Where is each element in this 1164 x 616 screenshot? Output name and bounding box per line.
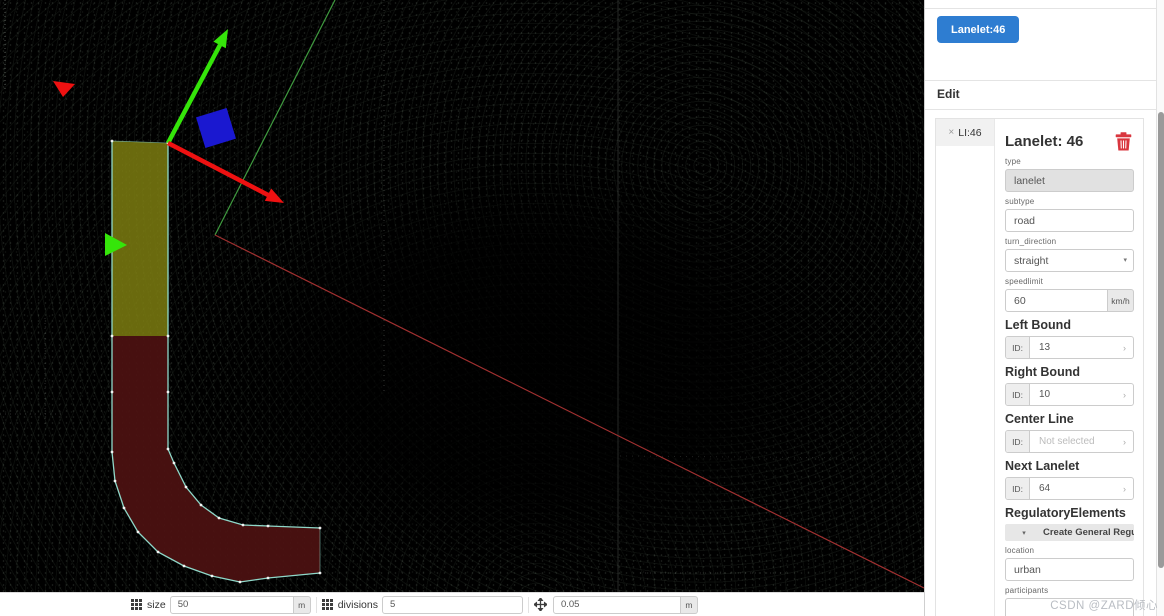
left-bound-id-value: 13 <box>1039 342 1051 353</box>
map-overlay <box>0 0 924 592</box>
scrollbar-thumb[interactable] <box>1158 112 1164 568</box>
chevron-right-icon[interactable]: › <box>1123 390 1133 400</box>
type-label: type <box>1005 157 1021 166</box>
chevron-right-icon[interactable]: › <box>1123 343 1133 353</box>
linestring-red[interactable] <box>214 234 924 589</box>
grid-divisions-input[interactable] <box>381 595 523 614</box>
side-panel: Lanelet:46 Edit × LI:46 Lanelet: 46 type… <box>924 0 1158 616</box>
dotted-horizontal-segment <box>619 455 869 459</box>
panel-divider <box>925 80 1158 81</box>
chevron-right-icon[interactable]: › <box>1123 437 1133 447</box>
participants-label: participants <box>1005 586 1049 595</box>
panel-divider <box>925 8 1158 9</box>
pointcloud-map-canvas[interactable] <box>0 0 924 592</box>
toolbar-separator <box>315 596 317 613</box>
location-label: location <box>1005 546 1035 555</box>
center-line-id-row[interactable]: ID: Not selected › <box>1005 430 1134 453</box>
id-prefix: ID: <box>1006 384 1030 405</box>
snap-step-input[interactable] <box>552 595 681 614</box>
grid-size-group: size m <box>131 593 311 616</box>
grid-icon <box>321 599 333 610</box>
speedlimit-field[interactable] <box>1005 289 1108 312</box>
close-icon[interactable]: × <box>948 127 954 138</box>
snap-step-group: m <box>533 593 698 616</box>
next-lanelet-id-value: 64 <box>1039 483 1051 494</box>
speedlimit-unit: km/h <box>1108 289 1134 312</box>
id-prefix: ID: <box>1006 478 1030 499</box>
snap-unit: m <box>680 595 698 614</box>
center-line-id-placeholder: Not selected <box>1039 436 1095 447</box>
speedlimit-label: speedlimit <box>1005 277 1044 286</box>
size-label: size <box>147 598 166 611</box>
regulatory-elements-heading: RegulatoryElements <box>1005 506 1126 520</box>
right-bound-linestring[interactable] <box>167 143 321 529</box>
chevron-right-icon[interactable]: › <box>1123 484 1133 494</box>
id-prefix: ID: <box>1006 431 1030 452</box>
blue-square-marker[interactable] <box>196 108 236 148</box>
move-icon <box>533 598 547 611</box>
subtype-field[interactable] <box>1005 209 1134 232</box>
delete-trash-icon[interactable] <box>1113 131 1134 152</box>
red-triangle-marker[interactable] <box>53 81 75 97</box>
lanelet-detail-card: × LI:46 Lanelet: 46 type lanelet subtype… <box>935 118 1144 616</box>
grid-divisions-group: divisions <box>321 593 523 616</box>
create-regulatory-element-button[interactable]: ▾ Create General RegulatoryEle <box>1005 524 1134 541</box>
gizmo-red-arrow[interactable] <box>166 141 284 203</box>
size-unit: m <box>293 595 311 614</box>
turn-direction-select[interactable] <box>1005 249 1134 272</box>
panel-divider <box>925 109 1158 110</box>
next-lanelet-id-row[interactable]: ID: 64 › <box>1005 477 1134 500</box>
id-prefix: ID: <box>1006 337 1030 358</box>
create-regulatory-label: Create General RegulatoryEle <box>1043 527 1134 538</box>
edit-heading: Edit <box>937 87 960 101</box>
lanelet-curve[interactable] <box>112 336 320 582</box>
card-title: Lanelet: 46 <box>1005 133 1084 150</box>
turn-direction-label: turn_direction <box>1005 237 1057 246</box>
lanelet-form: Lanelet: 46 type subtype turn_direction <box>995 119 1144 616</box>
left-bound-heading: Left Bound <box>1005 318 1071 332</box>
right-bound-heading: Right Bound <box>1005 365 1080 379</box>
page-scrollbar[interactable] <box>1156 0 1164 616</box>
center-line-heading: Center Line <box>1005 412 1074 426</box>
right-bound-id-value: 10 <box>1039 389 1051 400</box>
tab-label: LI:46 <box>958 126 982 139</box>
toolbar-separator <box>527 596 529 613</box>
grid-size-input[interactable] <box>169 595 294 614</box>
selected-lanelet-chip[interactable]: Lanelet:46 <box>937 16 1020 43</box>
watermark-text: CSDN @ZARD倾心 <box>1050 600 1158 612</box>
lanelet-46-highlight[interactable] <box>112 141 168 336</box>
grid-icon <box>131 599 142 610</box>
type-field[interactable] <box>1005 169 1134 192</box>
caret-down-icon[interactable]: ▾ <box>1005 529 1043 537</box>
left-bound-id-row[interactable]: ID: 13 › <box>1005 336 1134 359</box>
tab-lanelet-46[interactable]: × LI:46 <box>936 119 994 146</box>
next-lanelet-heading: Next Lanelet <box>1005 459 1080 473</box>
location-field[interactable] <box>1005 558 1134 581</box>
detail-tab-column: × LI:46 <box>936 119 995 616</box>
lanelet-editor-app: Lanelet:46 Edit × LI:46 Lanelet: 46 type… <box>0 0 1164 616</box>
divisions-label: divisions <box>337 598 378 611</box>
right-bound-id-row[interactable]: ID: 10 › <box>1005 383 1134 406</box>
grid-settings-toolbar: size m divisions <box>0 592 924 616</box>
subtype-label: subtype <box>1005 197 1035 206</box>
